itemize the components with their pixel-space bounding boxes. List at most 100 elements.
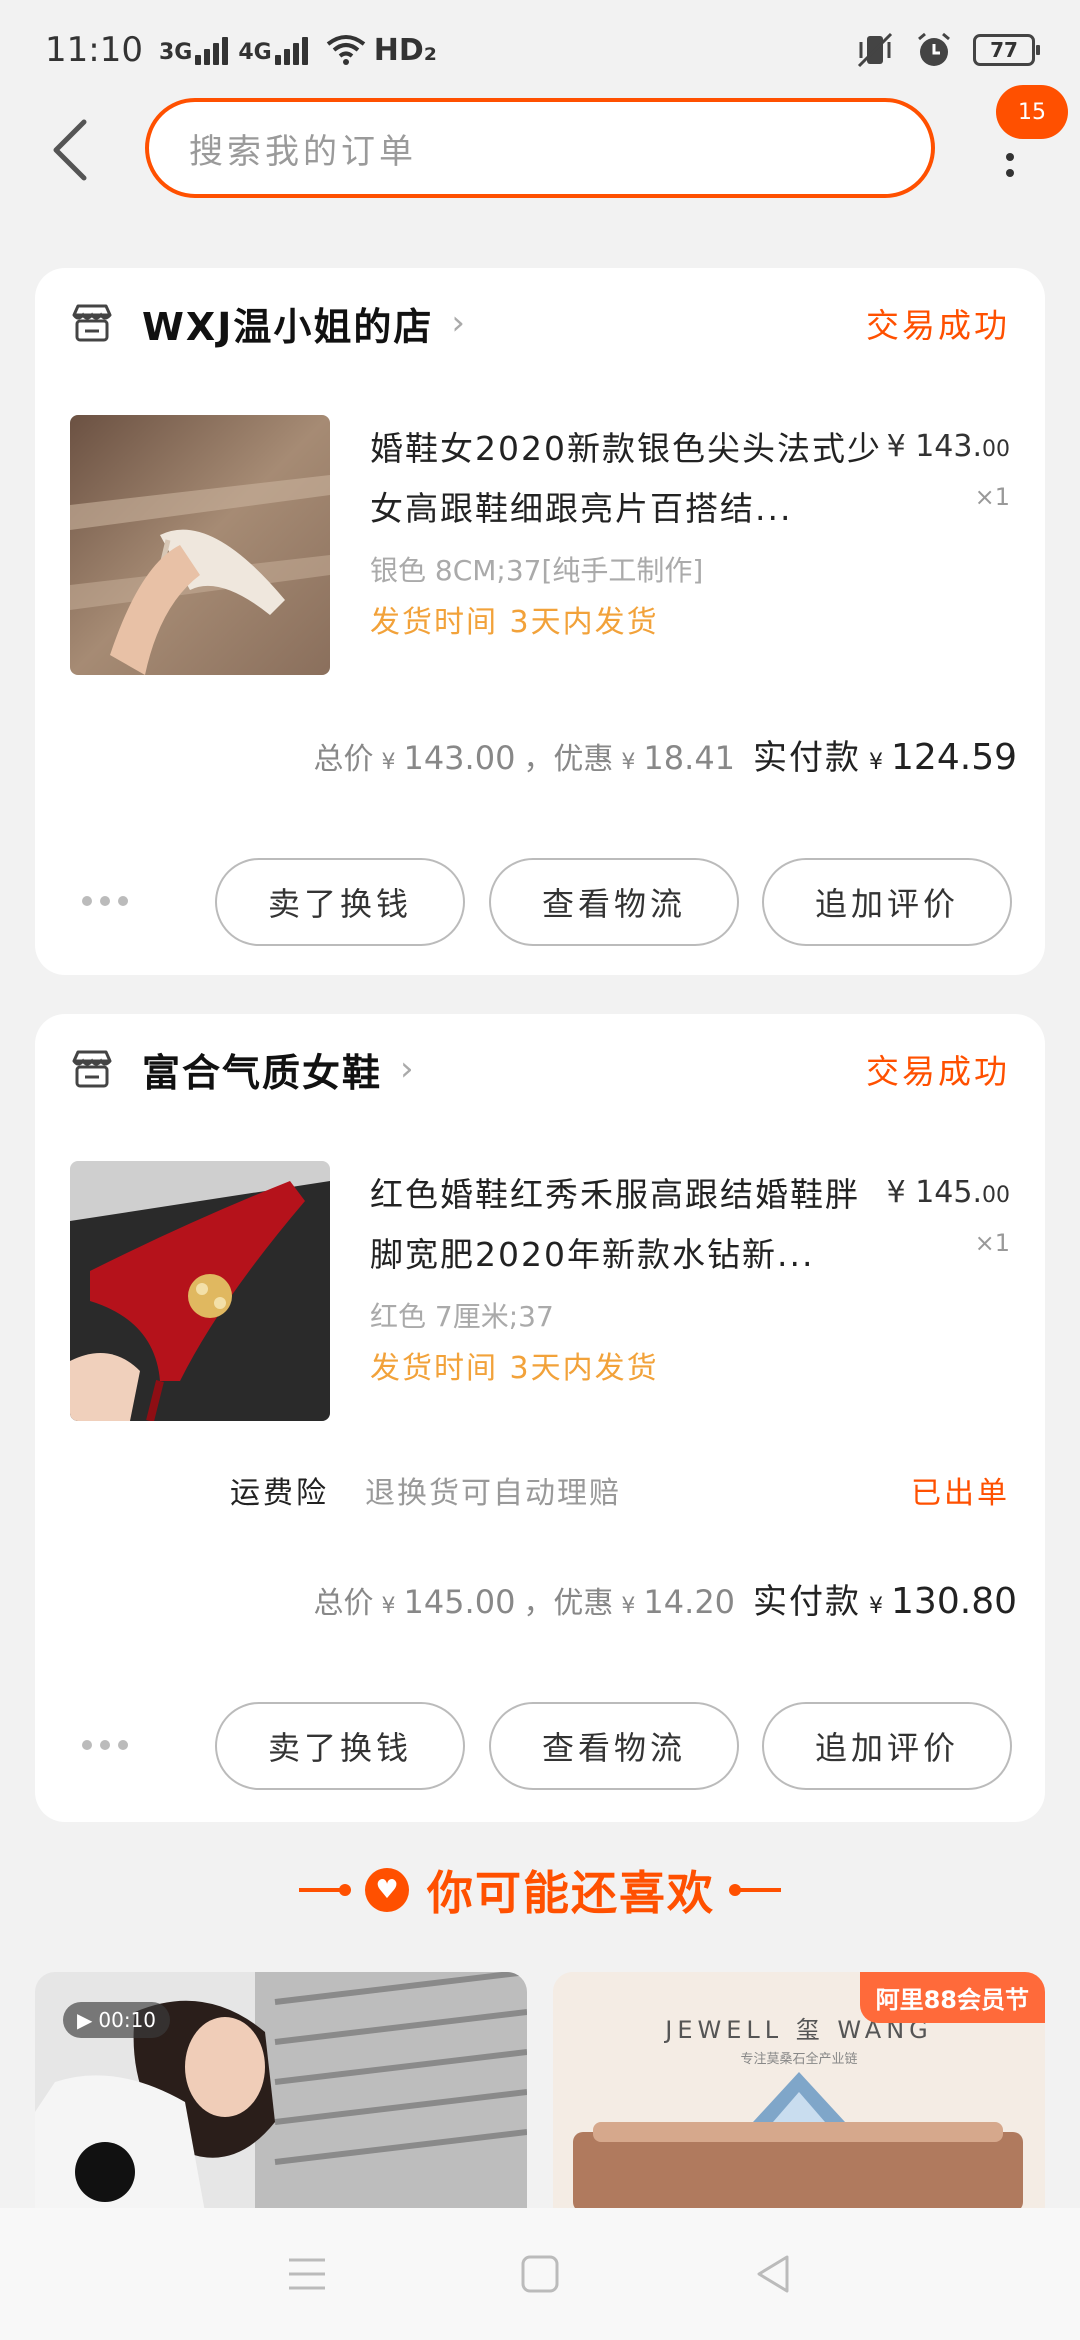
recommend-title: 你可能还喜欢 [427, 1866, 715, 1920]
currency-symbol: ¥ [886, 1175, 906, 1210]
battery-icon: 77 [973, 34, 1040, 66]
add-review-button[interactable]: 追加评价 [762, 858, 1012, 946]
order-item[interactable]: 婚鞋女2020新款银色尖头法式少女高跟鞋细跟亮片百搭结... ¥ 143.00 … [70, 415, 1010, 675]
view-logistics-button[interactable]: 查看物流 [489, 1702, 739, 1790]
system-navigation-bar [0, 2208, 1080, 2340]
signal-icon: 3G [158, 35, 229, 65]
home-square-icon [521, 2255, 559, 2293]
add-review-button[interactable]: 追加评价 [762, 1702, 1012, 1790]
recommend-card[interactable]: JEWELL 玺 WANG 专注莫桑石全产业链 阿里88会员节 [553, 1972, 1045, 2212]
more-actions-icon[interactable] [82, 1740, 128, 1750]
price-decimal: 00 [982, 437, 1010, 462]
product-price: ¥ 143.00 [887, 429, 1010, 464]
currency-symbol: ¥ [886, 429, 906, 464]
discount-label: ，优惠 [523, 742, 614, 777]
order-status: 交易成功 [866, 306, 1010, 345]
order-total: 总价 ¥143.00 ，优惠 ¥18.41 实付款 ¥124.59 [313, 730, 1017, 779]
home-button[interactable] [510, 2244, 570, 2304]
product-quantity: ×1 [974, 483, 1010, 511]
product-image[interactable] [70, 1161, 330, 1421]
play-icon: ▶ [77, 2008, 93, 2032]
store-icon [72, 1050, 112, 1088]
wifi-icon [326, 35, 365, 65]
network-type-label: 3G [158, 40, 193, 65]
menu-button[interactable] [277, 2244, 337, 2304]
mute-vibrate-icon [857, 32, 893, 68]
price-integer: 143. [915, 429, 982, 464]
network-type-label-2: 4G [238, 40, 272, 65]
discount-value: 18.41 [643, 739, 736, 777]
order-total: 总价 ¥145.00 ，优惠 ¥14.20 实付款 ¥130.80 [313, 1574, 1017, 1623]
sell-button[interactable]: 卖了换钱 [215, 858, 465, 946]
price-integer: 145. [915, 1175, 982, 1210]
order-card-header: WXJ温小姐的店 › 交易成功 [35, 268, 1045, 378]
order-card[interactable]: 富合气质女鞋 › 交易成功 红色婚鞋红秀禾服高跟结婚鞋胖脚宽肥2020年新款水钻… [35, 1014, 1045, 1822]
promo-badge: 阿里88会员节 [859, 1972, 1045, 2023]
chevron-right-icon[interactable]: › [400, 1049, 414, 1089]
order-status: 交易成功 [866, 1052, 1010, 1091]
back-nav-button[interactable] [743, 2244, 803, 2304]
product-title[interactable]: 婚鞋女2020新款银色尖头法式少女高跟鞋细跟亮片百搭结... [370, 419, 890, 539]
divider-right [729, 1884, 781, 1896]
total-value: 145.00 [403, 1583, 516, 1621]
total-label: 总价 [313, 742, 374, 777]
brand-tagline: 专注莫桑石全产业链 [740, 2052, 858, 2067]
total-label: 总价 [313, 1586, 374, 1621]
store-icon [72, 304, 112, 342]
recommend-card[interactable]: ▶ 00:10 [35, 1972, 527, 2212]
divider-left [299, 1884, 351, 1896]
product-price: ¥ 145.00 [887, 1175, 1010, 1210]
insurance-status: 已出单 [911, 1476, 1010, 1511]
chevron-right-icon[interactable]: › [451, 303, 465, 343]
top-bar: 搜索我的订单 15 [0, 85, 1080, 205]
clock: 11:10 [45, 30, 143, 70]
shipping-insurance[interactable]: 运费险 退换货可自动理赔 已出单 [35, 1460, 1045, 1520]
more-dot-icon [1006, 169, 1014, 177]
shop-name[interactable]: WXJ温小姐的店 [142, 296, 433, 351]
total-value: 143.00 [403, 739, 516, 777]
product-sku: 红色 7厘米;37 [370, 1300, 554, 1333]
shop-name[interactable]: 富合气质女鞋 [142, 1042, 382, 1097]
insurance-description: 退换货可自动理赔 [365, 1476, 621, 1511]
discount-label: ，优惠 [523, 1586, 614, 1621]
more-actions-icon[interactable] [82, 896, 128, 906]
hd-label: HD₂ [373, 32, 437, 68]
menu-icon [288, 2258, 325, 2290]
triangle-back-icon [757, 2255, 789, 2293]
more-dot-icon [1006, 153, 1014, 161]
alarm-icon [918, 32, 950, 66]
order-card[interactable]: WXJ温小姐的店 › 交易成功 婚鞋女2020新款银色尖头法式少女高跟鞋细跟亮片… [35, 268, 1045, 975]
product-title[interactable]: 红色婚鞋红秀禾服高跟结婚鞋胖脚宽肥2020年新款水钻新... [370, 1165, 890, 1285]
insurance-label: 运费险 [230, 1476, 329, 1511]
shipping-time: 发货时间 3天内发货 [370, 1351, 659, 1386]
paid-value: 130.80 [891, 1581, 1017, 1622]
status-bar: 11:10 3G 4G HD₂ 77 [0, 0, 1080, 100]
signal-icon-2: 4G [238, 35, 308, 65]
discount-value: 14.20 [643, 1583, 736, 1621]
heart-icon: ♥ [365, 1868, 409, 1912]
view-logistics-button[interactable]: 查看物流 [489, 858, 739, 946]
order-actions: 卖了换钱 查看物流 追加评价 [35, 1702, 1045, 1792]
shipping-time: 发货时间 3天内发货 [370, 605, 659, 640]
chevron-left-icon [53, 119, 87, 181]
order-card-header: 富合气质女鞋 › 交易成功 [35, 1014, 1045, 1124]
sell-button[interactable]: 卖了换钱 [215, 1702, 465, 1790]
product-quantity: ×1 [974, 1229, 1010, 1257]
video-duration-badge: ▶ 00:10 [63, 2002, 171, 2038]
order-item[interactable]: 红色婚鞋红秀禾服高跟结婚鞋胖脚宽肥2020年新款水钻新... ¥ 145.00 … [70, 1161, 1010, 1421]
video-duration: 00:10 [98, 2008, 157, 2032]
order-actions: 卖了换钱 查看物流 追加评价 [35, 858, 1045, 948]
search-input[interactable]: 搜索我的订单 [145, 98, 935, 198]
paid-label: 实付款 [753, 1582, 862, 1622]
product-sku: 银色 8CM;37[纯手工制作] [370, 554, 704, 587]
product-image[interactable] [70, 415, 330, 675]
recommend-header: ♥ 你可能还喜欢 [0, 1855, 1080, 1925]
message-badge[interactable]: 15 [996, 85, 1068, 139]
paid-label: 实付款 [753, 738, 862, 778]
more-menu-button[interactable] [990, 140, 1030, 190]
paid-value: 124.59 [891, 737, 1017, 778]
back-button[interactable] [40, 115, 100, 185]
search-placeholder: 搜索我的订单 [189, 131, 417, 172]
battery-level: 77 [990, 38, 1018, 62]
price-decimal: 00 [982, 1183, 1010, 1208]
